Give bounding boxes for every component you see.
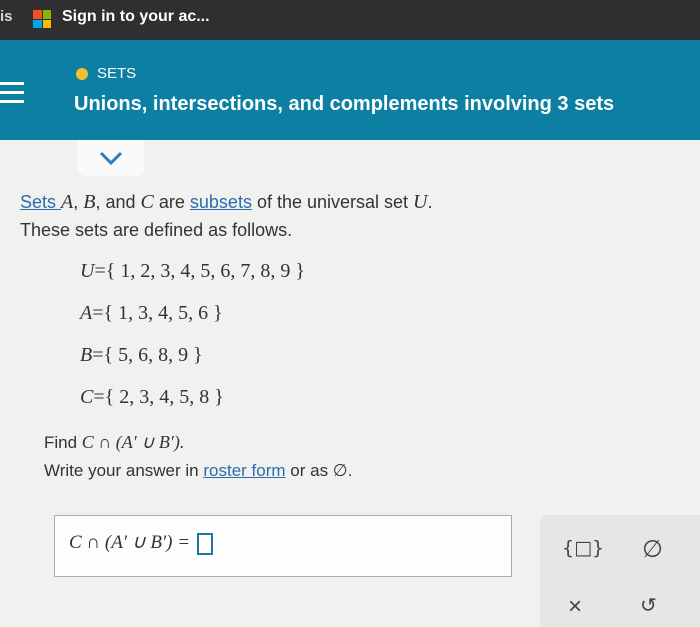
find-line: Find C ∩ (A′ ∪ B′). (44, 428, 352, 457)
browser-tab-title[interactable]: Sign in to your ac... (62, 8, 210, 26)
answer-expression: C ∩ (A′ ∪ B′) = (69, 532, 195, 553)
topic-status-dot (76, 68, 88, 80)
subsets-link[interactable]: subsets (190, 192, 252, 212)
set-definitions: U={ 1, 2, 3, 4, 5, 6, 7, 8, 9 } A={ 1, 3… (80, 260, 305, 428)
set-u-symbol: U (413, 191, 428, 213)
math-tool-panel: {□} ∅ × ↺ (540, 515, 700, 627)
write-label: Write your answer in (44, 461, 204, 480)
answer-slot[interactable] (196, 532, 213, 555)
set-name: C (80, 386, 94, 408)
clear-button[interactable]: × (568, 593, 582, 621)
set-c-symbol: C (140, 191, 154, 213)
question-intro: Sets A, B, and C are subsets of the univ… (20, 188, 433, 244)
question-line-1: Sets A, B, and C are subsets of the univ… (20, 188, 433, 216)
previous-tab-edge[interactable]: is (0, 8, 13, 25)
set-elements: { 5, 6, 8, 9 } (103, 344, 203, 366)
topic-title: Unions, intersections, and complements i… (74, 93, 615, 115)
answer-input-box[interactable]: C ∩ (A′ ∪ B′) = (54, 515, 512, 577)
set-b-symbol: B (83, 191, 96, 213)
intro-text: are (153, 192, 190, 212)
intro-text: . (427, 192, 433, 212)
chevron-down-icon (99, 151, 123, 165)
set-elements: { 2, 3, 4, 5, 8 } (104, 386, 224, 408)
empty-set-button[interactable]: ∅ (642, 535, 663, 563)
set-name: B (80, 344, 93, 366)
sets-link[interactable]: Sets (20, 192, 61, 212)
hamburger-menu-icon[interactable] (0, 82, 24, 109)
intro-text: , (73, 192, 84, 212)
microsoft-logo-icon (33, 10, 51, 28)
topic-label: SETS (97, 65, 137, 82)
find-expression: C ∩ (A′ ∪ B′). (81, 432, 185, 452)
topic-header: SETS Unions, intersections, and compleme… (0, 40, 700, 140)
browser-tab-bar: is Sign in to your ac... (0, 0, 700, 40)
set-definition-u: U={ 1, 2, 3, 4, 5, 6, 7, 8, 9 } (80, 260, 305, 282)
set-a-symbol: A (61, 191, 74, 213)
set-definition-a: A={ 1, 3, 4, 5, 6 } (80, 302, 223, 324)
braces-button[interactable]: {□} (562, 537, 604, 559)
set-elements: { 1, 2, 3, 4, 5, 6, 7, 8, 9 } (105, 260, 305, 282)
set-definition-c: C={ 2, 3, 4, 5, 8 } (80, 386, 224, 408)
collapse-header-button[interactable] (78, 140, 144, 176)
question-line-2: These sets are defined as follows. (20, 220, 293, 240)
set-name: A (80, 302, 93, 324)
answer-prompt: C ∩ (A′ ∪ B′) = (69, 531, 213, 555)
set-definition-b: B={ 5, 6, 8, 9 } (80, 344, 203, 366)
roster-form-link[interactable]: roster form (203, 461, 285, 480)
instructions: Find C ∩ (A′ ∪ B′). Write your answer in… (44, 428, 352, 485)
set-name: U (80, 260, 95, 282)
find-label: Find (44, 433, 82, 452)
intro-text: , and (95, 192, 141, 212)
intro-text: of the universal set (251, 192, 414, 212)
set-elements: { 1, 3, 4, 5, 6 } (103, 302, 223, 324)
write-line: Write your answer in roster form or as ∅… (44, 457, 352, 485)
undo-button[interactable]: ↺ (640, 593, 657, 617)
write-suffix: or as ∅. (285, 461, 353, 480)
